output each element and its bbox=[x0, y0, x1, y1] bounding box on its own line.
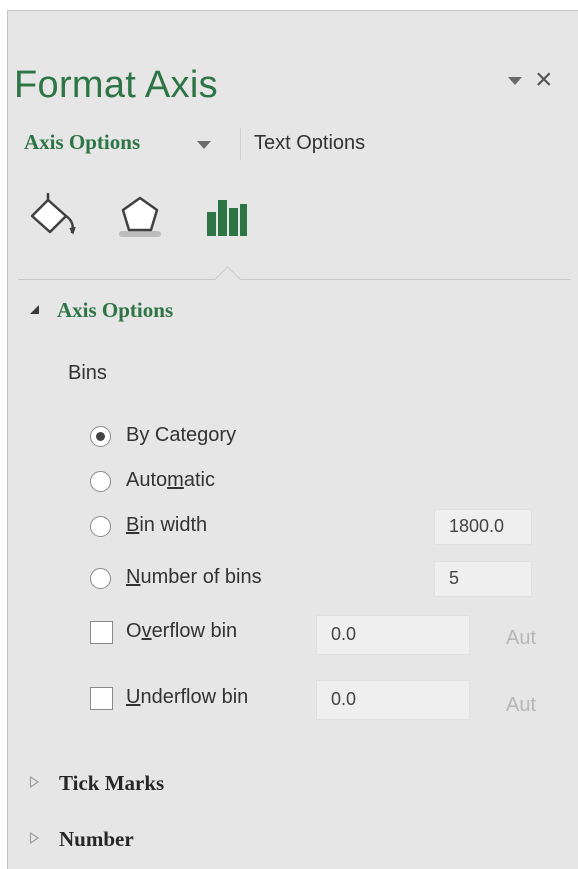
radio-bin-width-label: Bin width bbox=[126, 514, 208, 536]
axis-options-icon[interactable] bbox=[196, 188, 252, 244]
checkbox[interactable] bbox=[90, 621, 113, 644]
bin-width-field[interactable]: 1800.0 bbox=[434, 509, 532, 545]
effects-pentagon-icon[interactable] bbox=[112, 188, 168, 244]
collapse-triangle-icon bbox=[30, 305, 39, 314]
axis-options-section-label: Axis Options bbox=[57, 298, 174, 322]
tab-separator bbox=[240, 128, 241, 160]
overflow-bin-label: Overflow bin bbox=[126, 620, 238, 642]
section-divider bbox=[18, 279, 571, 280]
checkbox[interactable] bbox=[90, 687, 113, 710]
radio-automatic-label: Automatic bbox=[126, 469, 215, 491]
tab-text-options[interactable]: Text Options bbox=[254, 132, 365, 155]
number-section-header[interactable]: Number bbox=[30, 827, 134, 852]
underflow-bin-label: Underflow bin bbox=[126, 686, 249, 708]
close-icon[interactable]: × bbox=[535, 62, 553, 98]
overflow-bin-field[interactable]: 0.0 bbox=[316, 615, 470, 655]
pane-title: Format Axis bbox=[14, 64, 218, 106]
task-pane-options-icon[interactable] bbox=[504, 70, 524, 94]
overflow-auto-button[interactable]: Auto bbox=[506, 627, 536, 650]
axis-options-section-header[interactable]: Axis Options bbox=[30, 298, 173, 323]
radio-button-selected[interactable] bbox=[90, 426, 111, 447]
radio-button[interactable] bbox=[90, 516, 111, 537]
fill-line-icon[interactable] bbox=[26, 188, 82, 244]
expand-triangle-icon bbox=[30, 832, 39, 844]
underflow-auto-button[interactable]: Auto bbox=[506, 694, 536, 717]
bins-label: Bins bbox=[68, 362, 107, 384]
tick-marks-section-header[interactable]: Tick Marks bbox=[30, 771, 164, 796]
chevron-down-icon[interactable] bbox=[197, 141, 211, 149]
expand-triangle-icon bbox=[30, 776, 39, 788]
tab-axis-options[interactable]: Axis Options bbox=[24, 130, 140, 155]
selected-tab-pointer bbox=[214, 266, 242, 280]
radio-number-of-bins-label: Number of bins bbox=[126, 566, 262, 588]
radio-button[interactable] bbox=[90, 568, 111, 589]
tick-marks-label: Tick Marks bbox=[59, 771, 165, 795]
radio-button[interactable] bbox=[90, 471, 111, 492]
number-label: Number bbox=[59, 827, 134, 851]
number-of-bins-field[interactable]: 5 bbox=[434, 561, 532, 597]
radio-by-category-label: By Category bbox=[126, 424, 237, 446]
underflow-bin-field[interactable]: 0.0 bbox=[316, 680, 470, 720]
